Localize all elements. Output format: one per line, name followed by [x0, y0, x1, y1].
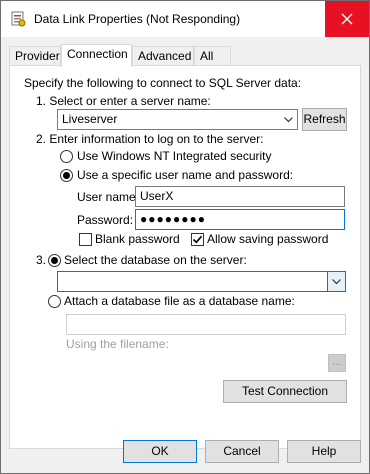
attach-db-label[interactable]: Attach a database file as a database nam…	[64, 294, 295, 308]
blank-password-checkbox[interactable]	[79, 233, 92, 246]
tab-all[interactable]: All	[194, 46, 231, 65]
allow-saving-label[interactable]: Allow saving password	[207, 232, 328, 246]
test-connection-button[interactable]: Test Connection	[223, 380, 347, 403]
tab-provider[interactable]: Provider	[9, 46, 61, 65]
password-field[interactable]: ●●●●●●●●	[135, 209, 345, 230]
using-filename-label: Using the filename:	[66, 337, 169, 351]
title-bar[interactable]: Data Link Properties (Not Responding)	[1, 1, 369, 37]
chevron-down-icon[interactable]	[327, 272, 345, 291]
nt-security-label[interactable]: Use Windows NT Integrated security	[77, 149, 272, 163]
chevron-down-icon[interactable]	[280, 110, 297, 129]
blank-password-label[interactable]: Blank password	[95, 232, 180, 246]
help-button[interactable]: Help	[287, 440, 361, 463]
step1-label: 1. Select or enter a server name:	[36, 94, 211, 108]
cancel-button[interactable]: Cancel	[205, 440, 279, 463]
attach-db-field[interactable]	[66, 314, 346, 335]
specific-user-radio[interactable]	[60, 169, 73, 182]
allow-saving-checkbox[interactable]	[191, 233, 204, 246]
tab-connection[interactable]: Connection	[61, 44, 132, 67]
window-title: Data Link Properties (Not Responding)	[34, 12, 241, 26]
select-db-label[interactable]: Select the database on the server:	[64, 253, 247, 267]
database-combo[interactable]	[57, 271, 346, 292]
username-label: User name:	[77, 190, 140, 204]
tab-advanced[interactable]: Advanced	[132, 46, 194, 65]
data-link-icon	[11, 11, 26, 27]
close-button[interactable]	[325, 1, 369, 37]
dialog-client: Provider Connection Advanced All Specify…	[1, 37, 369, 473]
step3-number: 3.	[36, 253, 47, 267]
step2-label: 2. Enter information to log on to the se…	[36, 132, 264, 146]
close-icon	[341, 13, 353, 25]
select-db-radio[interactable]	[48, 254, 61, 267]
connection-panel: Specify the following to connect to SQL …	[9, 65, 361, 449]
password-label: Password:	[77, 213, 134, 227]
browse-button[interactable]: ...	[328, 354, 346, 372]
dialog-window: Data Link Properties (Not Responding) Pr…	[0, 0, 370, 474]
server-name-value: Liveserver	[62, 112, 118, 126]
intro-text: Specify the following to connect to SQL …	[24, 76, 302, 90]
username-field[interactable]: UserX	[135, 186, 345, 207]
specific-user-label[interactable]: Use a specific user name and password:	[77, 168, 293, 182]
ok-button[interactable]: OK	[123, 440, 197, 463]
server-name-combo[interactable]: Liveserver	[57, 109, 298, 130]
checkmark-icon	[192, 235, 203, 244]
attach-db-radio[interactable]	[48, 295, 61, 308]
nt-security-radio[interactable]	[60, 150, 73, 163]
refresh-button[interactable]: Refresh	[302, 108, 347, 131]
